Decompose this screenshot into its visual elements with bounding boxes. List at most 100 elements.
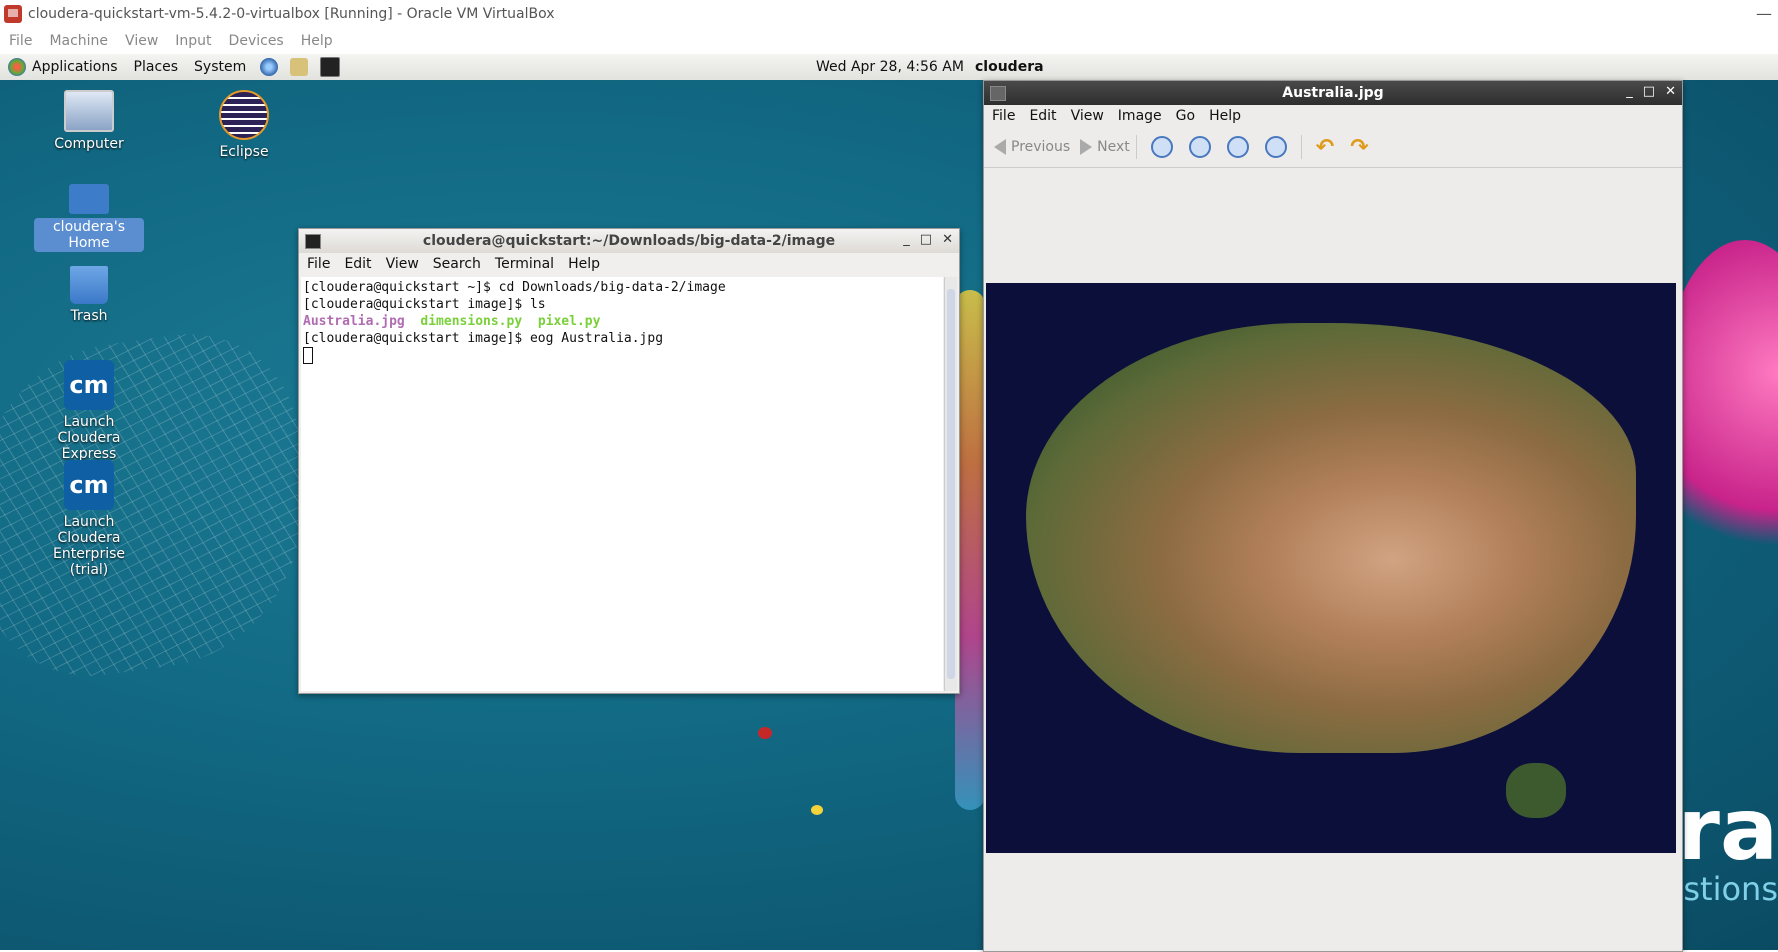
image-viewer-menu-bar: File Edit View Image Go Help <box>984 105 1682 127</box>
terminal-line: [cloudera@quickstart image]$ eog Austral… <box>303 331 664 346</box>
desktop-icon-cloudera-express[interactable]: cm Launch Cloudera Express <box>34 360 144 462</box>
eog-menu-file[interactable]: File <box>992 108 1015 124</box>
rotate-left-icon[interactable]: ↶ <box>1316 135 1334 160</box>
eog-menu-help[interactable]: Help <box>1209 108 1241 124</box>
arrow-right-icon <box>1080 139 1093 155</box>
applications-label: Applications <box>32 59 118 75</box>
ls-file-australia: Australia.jpg <box>303 314 405 329</box>
computer-label: Computer <box>54 136 124 152</box>
desktop-icon-trash[interactable]: Trash <box>34 266 144 324</box>
gnome-foot-icon <box>8 58 26 76</box>
eog-menu-view[interactable]: View <box>1071 108 1104 124</box>
ls-output-line: Australia.jpg dimensions.py pixel.py <box>303 313 941 330</box>
places-menu[interactable]: Places <box>134 59 179 75</box>
terminal-cursor <box>303 347 313 364</box>
computer-icon <box>64 90 114 132</box>
home-folder-icon <box>69 184 109 214</box>
terminal-menu-terminal[interactable]: Terminal <box>495 256 554 272</box>
system-menu[interactable]: System <box>194 59 246 75</box>
terminal-menu-edit[interactable]: Edit <box>344 256 371 272</box>
rotate-right-icon[interactable]: ↷ <box>1350 135 1368 160</box>
terminal-title-bar[interactable]: cloudera@quickstart:~/Downloads/big-data… <box>299 229 959 253</box>
image-viewer-title-bar[interactable]: Australia.jpg _ □ ✕ <box>984 81 1682 105</box>
vbox-menu-devices[interactable]: Devices <box>229 33 284 49</box>
minimize-icon[interactable]: — <box>1756 4 1772 23</box>
yellow-drop-decoration <box>811 805 823 815</box>
eclipse-label: Eclipse <box>219 144 269 160</box>
virtualbox-window-title: cloudera-quickstart-vm-5.4.2-0-virtualbo… <box>28 6 555 22</box>
ls-file-dimensions: dimensions.py <box>420 314 523 329</box>
red-drop-decoration <box>758 727 772 739</box>
minimize-icon[interactable]: _ <box>1626 84 1633 99</box>
ls-file-pixel: pixel.py <box>537 314 601 329</box>
desktop-icon-computer[interactable]: Computer <box>34 90 144 152</box>
vbox-menu-help[interactable]: Help <box>301 33 333 49</box>
previous-label: Previous <box>1011 139 1071 155</box>
desktop-icon-eclipse[interactable]: Eclipse <box>189 90 299 160</box>
desktop-icon-home[interactable]: cloudera's Home <box>34 184 144 252</box>
terminal-launcher-icon[interactable] <box>320 57 341 77</box>
gnome-top-panel: Applications Places System Wed Apr 28, 4… <box>0 54 1778 81</box>
system-label: System <box>194 59 247 75</box>
next-button[interactable]: Next <box>1080 139 1130 155</box>
minimize-icon[interactable]: _ <box>903 232 910 247</box>
australia-satellite-image <box>986 283 1676 853</box>
eog-menu-image[interactable]: Image <box>1118 108 1162 124</box>
virtualbox-menu-bar: File Machine View Input Devices Help <box>0 28 1778 54</box>
previous-button[interactable]: Previous <box>994 139 1070 155</box>
web-browser-icon[interactable] <box>260 58 279 76</box>
terminal-menu-view[interactable]: View <box>386 256 419 272</box>
toolbar-separator <box>1300 135 1302 159</box>
terminal-menu-bar: File Edit View Search Terminal Help <box>299 253 959 275</box>
vbox-menu-input[interactable]: Input <box>175 33 211 49</box>
cloudera-manager-icon: cm <box>64 460 114 510</box>
cloudera-enterprise-label: Launch Cloudera Enterprise (trial) <box>52 514 126 578</box>
terminal-menu-help[interactable]: Help <box>568 256 600 272</box>
tasmania-landmass <box>1506 763 1566 818</box>
zoom-normal-icon[interactable] <box>1226 136 1249 158</box>
terminal-title: cloudera@quickstart:~/Downloads/big-data… <box>422 233 836 249</box>
virtualbox-app-icon <box>4 5 22 23</box>
places-label: Places <box>133 59 179 75</box>
applications-menu[interactable]: Applications <box>8 58 118 76</box>
zoom-in-icon[interactable] <box>1150 136 1173 158</box>
image-viewer-app-icon <box>990 86 1006 101</box>
vbox-menu-file[interactable]: File <box>9 33 32 49</box>
scrollbar-thumb[interactable] <box>947 289 955 679</box>
terminal-scrollbar[interactable] <box>944 277 957 691</box>
image-viewer-toolbar: Previous Next ↶ ↷ <box>984 127 1682 168</box>
image-canvas[interactable] <box>986 171 1680 951</box>
eclipse-icon <box>219 90 269 140</box>
virtualbox-title-bar: cloudera-quickstart-vm-5.4.2-0-virtualbo… <box>0 0 1778 28</box>
terminal-menu-search[interactable]: Search <box>433 256 481 272</box>
trash-icon <box>70 266 108 304</box>
vbox-menu-machine[interactable]: Machine <box>49 33 108 49</box>
eog-menu-edit[interactable]: Edit <box>1029 108 1056 124</box>
maximize-icon[interactable]: □ <box>920 232 932 247</box>
cloudera-tagline-text: stions <box>1683 870 1778 908</box>
terminal-output[interactable]: [cloudera@quickstart ~]$ cd Downloads/bi… <box>301 277 943 691</box>
cloudera-manager-icon: cm <box>64 360 114 410</box>
australia-landmass <box>1026 323 1636 753</box>
close-icon[interactable]: ✕ <box>942 232 953 247</box>
terminal-line: [cloudera@quickstart ~]$ cd Downloads/bi… <box>303 280 726 295</box>
cloudera-express-label: Launch Cloudera Express <box>57 414 121 462</box>
arrow-left-icon <box>994 139 1006 155</box>
terminal-window[interactable]: cloudera@quickstart:~/Downloads/big-data… <box>298 228 960 694</box>
close-icon[interactable]: ✕ <box>1665 84 1676 99</box>
maximize-icon[interactable]: □ <box>1643 84 1655 99</box>
image-viewer-window[interactable]: Australia.jpg _ □ ✕ File Edit View Image… <box>983 80 1683 952</box>
panel-clock[interactable]: Wed Apr 28, 4:56 AM <box>816 59 964 75</box>
terminal-line: [cloudera@quickstart image]$ ls <box>303 297 546 312</box>
vbox-menu-view[interactable]: View <box>125 33 158 49</box>
panel-username[interactable]: cloudera <box>975 59 1044 75</box>
mail-icon[interactable] <box>290 58 309 76</box>
cloudera-brand-text: ra <box>1677 780 1778 880</box>
eog-menu-go[interactable]: Go <box>1176 108 1195 124</box>
next-label: Next <box>1097 139 1130 155</box>
terminal-menu-file[interactable]: File <box>307 256 330 272</box>
desktop-icon-cloudera-enterprise[interactable]: cm Launch Cloudera Enterprise (trial) <box>34 460 144 578</box>
zoom-fit-icon[interactable] <box>1264 136 1287 158</box>
zoom-out-icon[interactable] <box>1188 136 1211 158</box>
toolbar-separator <box>1135 135 1137 159</box>
